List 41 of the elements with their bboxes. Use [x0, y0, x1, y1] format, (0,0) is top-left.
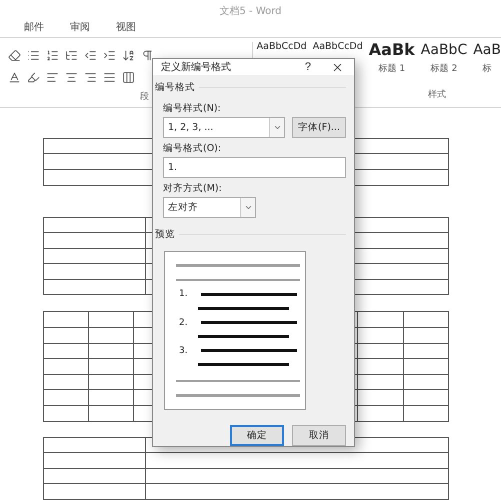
align-center-icon[interactable] [65, 70, 78, 84]
style-item[interactable]: AaB 标 [473, 40, 501, 76]
field-label: 对齐方式(M): [163, 182, 223, 195]
dialog-button[interactable]: 取消 [292, 425, 346, 446]
chevron-icon [272, 123, 282, 132]
ribbon-tab[interactable]: 视图 [112, 19, 140, 36]
field-label: 编号样式(N): [163, 102, 222, 115]
field-label: 编号格式(O): [163, 142, 222, 155]
group-label: 段 [140, 90, 149, 103]
numbered-list-icon[interactable] [46, 48, 59, 62]
style-item[interactable]: AaBk 标题 1 [368, 40, 415, 76]
font-color-icon[interactable] [8, 70, 21, 84]
justify-icon[interactable] [103, 70, 116, 84]
sort-icon[interactable] [122, 48, 135, 62]
list-number: 1. [178, 289, 189, 300]
pilcrow-icon[interactable] [141, 48, 154, 62]
dialog-title: 定义新编号格式 [161, 60, 232, 74]
window-title: 文档5 - Word [219, 4, 282, 18]
align-right-icon[interactable] [84, 70, 97, 84]
increase-indent-icon[interactable] [103, 48, 116, 62]
style-item[interactable]: AaBbC 标题 2 [420, 40, 468, 76]
dialog-button[interactable]: 确定 [230, 425, 284, 446]
multilevel-list-icon[interactable] [65, 48, 78, 62]
align-left-icon[interactable] [46, 70, 59, 84]
decrease-indent-icon[interactable] [84, 48, 97, 62]
section-label: 预览 [155, 228, 175, 241]
section-label: 编号格式 [155, 81, 195, 94]
font-button[interactable]: 字体(F)... [292, 117, 346, 138]
style-item[interactable]: AaBbCcDd [312, 40, 363, 54]
list-number: 3. [178, 346, 189, 356]
ribbon-tab[interactable]: 审阅 [66, 19, 94, 36]
ribbon-tab[interactable]: 邮件 [20, 19, 48, 36]
chevron-icon [244, 203, 252, 212]
alignment-dropdown[interactable]: 左对齐 [163, 197, 256, 218]
number-format-field[interactable]: 1. [163, 157, 346, 178]
list-number: 2. [178, 318, 189, 328]
style-item[interactable]: AaBbCcDd [256, 40, 307, 54]
help-button[interactable]: ? [296, 61, 319, 73]
highlighter-icon[interactable] [27, 70, 40, 84]
group-label: 样式 [428, 88, 446, 102]
number-style-dropdown[interactable]: 1, 2, 3, ... [163, 117, 285, 138]
